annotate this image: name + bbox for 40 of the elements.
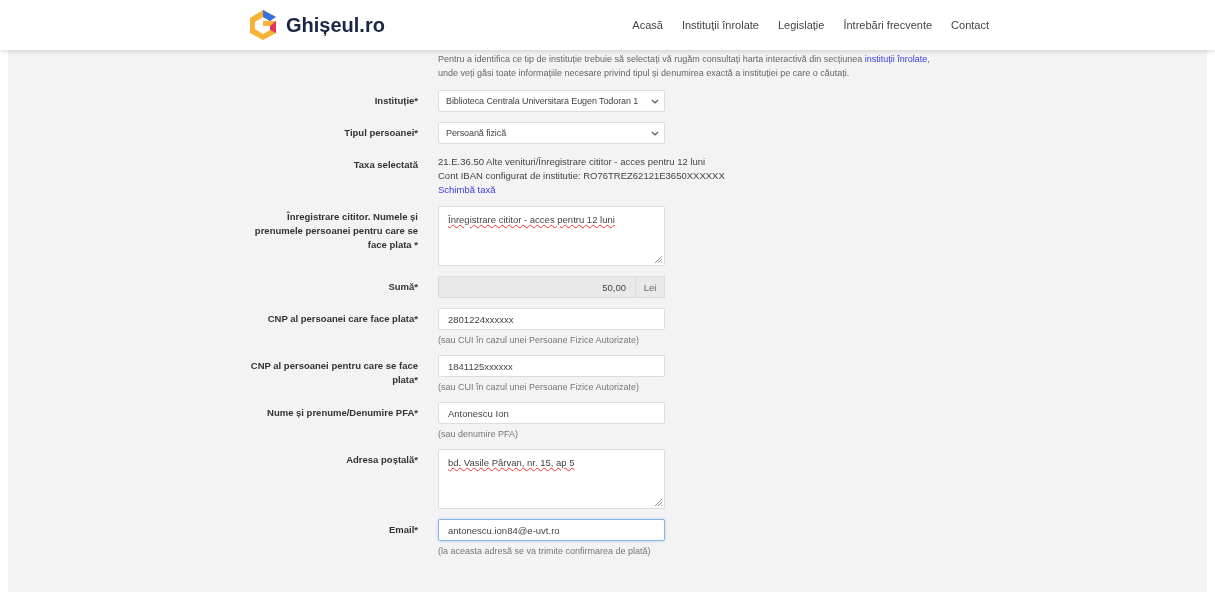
intro-text: Pentru a identifica ce tip de instituție trebuie să selectați vă rugăm consultați harta interactivă din secțiunea instituții înrolate, <box>438 53 930 66</box>
field-hint: (sau denumire PFA) <box>438 429 519 439</box>
nav-link[interactable]: Acasă <box>632 19 663 31</box>
nav-link[interactable]: Instituții înrolate <box>681 19 759 31</box>
field-label: Sumă* <box>388 280 418 294</box>
text-field[interactable]: Antonescu Ion <box>438 402 665 424</box>
textarea-field[interactable]: Înregistrare cititor - acces pentru 12 luni <box>438 206 665 266</box>
field-label: Adresa poștală* <box>346 453 418 467</box>
field-label: Nume și prenume/Denumire PFA* <box>267 406 418 420</box>
nav-link[interactable]: Legislație <box>777 19 825 31</box>
text-field[interactable]: 1841125xxxxxx <box>438 355 665 377</box>
field-label: Instituție* <box>374 94 418 108</box>
chevron-icon <box>651 130 659 136</box>
tax-info-text: 21.E.36.50 Alte venituri/Înregistrare cititor - acces pentru 12 luni <box>438 155 706 168</box>
field-hint: (sau CUI în cazul unei Persoane Fizice Autorizate) <box>438 335 640 345</box>
nav-link[interactable]: Întrebări frecvente <box>843 19 933 31</box>
field-label: CNP al persoanei pentru care se face plata* <box>249 359 418 387</box>
field-hint: (sau CUI în cazul unei Persoane Fizice Autorizate) <box>438 382 640 392</box>
field-label: Înregistrare cititor. Numele și prenumele persoanei pentru care se face plata * <box>253 210 418 252</box>
resize-grip-icon <box>655 499 662 506</box>
intro-text: unde veți găsi toate informațiile necesare privind tipul și denumirea exactă a instituției pe care o căutați. <box>438 67 850 80</box>
field-label: Taxa selectată <box>353 158 418 172</box>
field-label: Email* <box>388 523 418 537</box>
text-field[interactable]: 2801224xxxxxx <box>438 308 665 330</box>
tax-info-text: Cont IBAN configurat de institutie: RO76TREZ62121E3650XXXXXX <box>438 169 725 182</box>
field-label: CNP al persoanei care face plata* <box>267 312 418 326</box>
logo-text[interactable]: Ghișeul.ro <box>286 13 385 37</box>
resize-grip-icon <box>655 256 662 263</box>
field-hint: (la aceasta adresă se va trimite confirmarea de plată) <box>438 546 651 556</box>
select-field[interactable]: Biblioteca Centrala Universitara Eugen Todoran 1 <box>438 90 665 112</box>
text-field[interactable]: antonescu.ion84@e-uvt.ro <box>438 519 665 541</box>
chevron-icon <box>651 98 659 104</box>
nav-link[interactable]: Contact <box>951 19 989 31</box>
currency-addon: Lei <box>636 276 665 298</box>
select-field[interactable]: Persoană fizică <box>438 122 665 144</box>
textarea-field[interactable]: bd. Vasile Pârvan, nr. 15, ap 5 <box>438 449 665 509</box>
field-label: Tipul persoanei* <box>344 126 418 140</box>
change-tax-link[interactable]: Schimbă taxă <box>438 182 496 196</box>
amount-field: 50,00 <box>438 276 636 298</box>
logo-icon <box>248 9 278 41</box>
